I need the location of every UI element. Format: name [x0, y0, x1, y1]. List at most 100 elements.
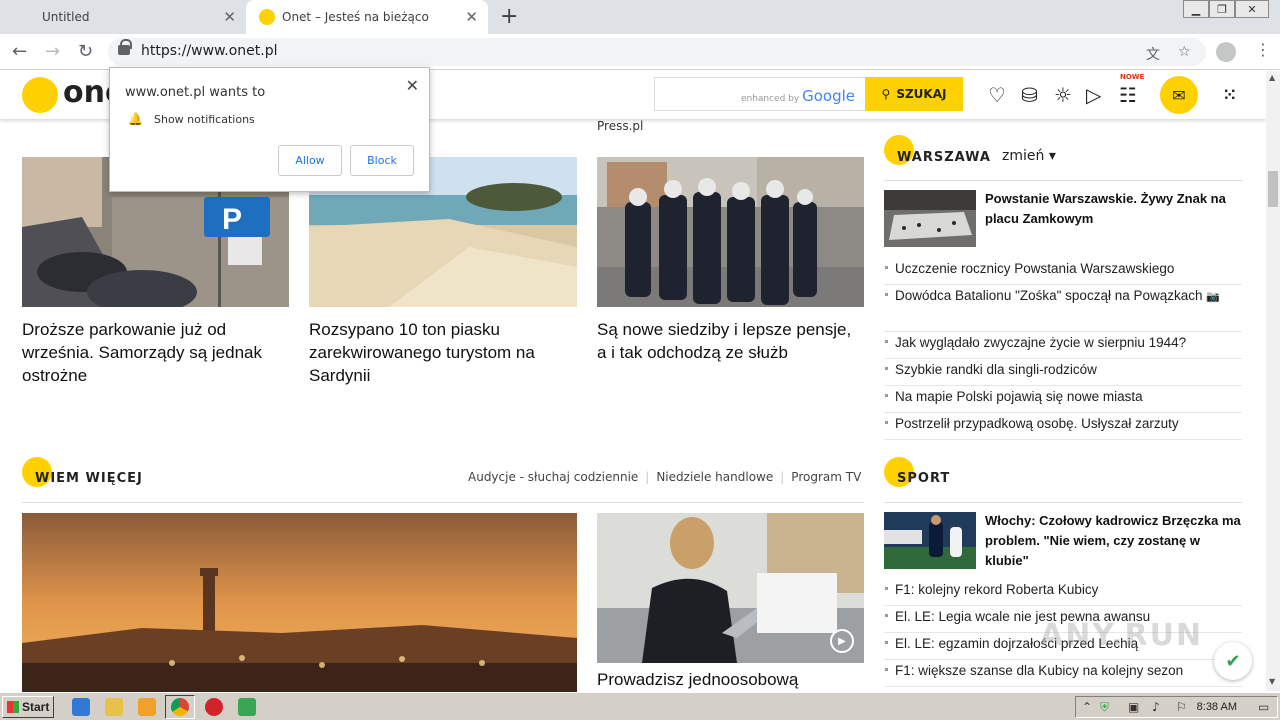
shopping-bag-icon[interactable]: ⛁	[1021, 83, 1038, 107]
tab-untitled[interactable]: Untitled ✕	[0, 0, 246, 34]
bell-icon: 🔔	[128, 112, 143, 126]
windows-logo-icon	[7, 701, 19, 713]
mail-button[interactable]: ✉	[1160, 76, 1198, 114]
close-icon[interactable]: ✕	[465, 8, 478, 26]
section-label: WARSZAWA	[897, 150, 991, 165]
link-program-tv[interactable]: Program TV	[791, 470, 861, 484]
section-label: WIEM WIĘCEJ	[35, 471, 143, 486]
news-icon[interactable]: ☷	[1119, 83, 1137, 107]
article-thumbnail[interactable]	[884, 190, 976, 247]
forward-arrow-icon[interactable]: →	[45, 41, 60, 62]
scroll-up-icon[interactable]: ▲	[1269, 73, 1275, 82]
divider	[884, 502, 1242, 503]
minimize-button[interactable]: ▁	[1183, 0, 1209, 18]
url-text[interactable]: https://www.onet.pl	[141, 43, 277, 59]
shield-check-icon[interactable]: ✔	[1214, 642, 1252, 680]
system-tray: ⌃ ⛨ ▣ ♪ ⚐ 8:38 AM ▭	[1075, 696, 1278, 718]
tray-shield-icon[interactable]: ⛨	[1100, 700, 1109, 715]
browser-toolbar: ← → ↻ https://www.onet.pl 文 ☆ ⋮	[0, 34, 1280, 70]
tab-title: Untitled	[42, 10, 90, 24]
play-icon[interactable]: ▶	[830, 629, 854, 653]
search-button[interactable]: ⚲ SZUKAJ	[865, 77, 963, 111]
window-close-button[interactable]: ✕	[1235, 0, 1269, 18]
change-city-dropdown[interactable]: zmień ▾	[1002, 148, 1056, 164]
onet-favicon-icon	[259, 9, 275, 25]
search-button-label: SZUKAJ	[896, 87, 947, 101]
list-item[interactable]: F1: większe szanse dla Kubicy na kolejny…	[884, 660, 1242, 687]
popup-message: Show notifications	[154, 113, 255, 126]
popup-title: www.onet.pl wants to	[125, 85, 266, 100]
list-item[interactable]: Na mapie Polski pojawią się nowe miasta	[884, 386, 1242, 413]
flag-icon[interactable]: ⚐	[1176, 700, 1187, 714]
close-icon[interactable]: ✕	[223, 8, 236, 26]
list-item[interactable]: Dowódca Batalionu "Zośka" spoczął na Pow…	[884, 285, 1242, 332]
volume-icon[interactable]: ♪	[1152, 700, 1160, 714]
play-icon[interactable]: ▷	[1086, 83, 1101, 107]
translate-icon[interactable]: 文	[1146, 44, 1160, 64]
tab-title: Onet – Jesteś na bieżąco	[282, 10, 429, 24]
chrome-icon[interactable]	[171, 698, 189, 716]
onet-logo-dot[interactable]	[22, 77, 58, 113]
heart-icon[interactable]: ♡	[988, 83, 1006, 107]
anyrun-watermark: ANY.RUN	[1040, 618, 1204, 653]
press-label[interactable]: Press.pl	[597, 119, 643, 133]
article-title[interactable]: Rozsypano 10 ton piasku zarekwirowanego …	[309, 318, 571, 387]
section-warszawa[interactable]: WARSZAWA	[884, 134, 991, 165]
block-button[interactable]: Block	[350, 145, 414, 176]
video-thumbnail[interactable]: ▶	[597, 513, 864, 663]
lead-article-title[interactable]: Włochy: Czołowy kadrowicz Brzęczka ma pr…	[985, 511, 1245, 571]
start-label: Start	[22, 700, 50, 714]
list-item[interactable]: Uczczenie rocznicy Powstania Warszawskie…	[884, 258, 1242, 285]
article-title[interactable]: Są nowe siedziby i lepsze pensje, a i ta…	[597, 318, 859, 364]
show-desktop-icon[interactable]: ▭	[1258, 700, 1269, 714]
ie-icon[interactable]	[72, 698, 90, 716]
menu-dots-icon[interactable]: ⋮	[1255, 40, 1271, 59]
article-image[interactable]	[597, 157, 864, 307]
list-item[interactable]: Postrzelił przypadkową osobę. Usłyszał z…	[884, 413, 1242, 440]
search-icon: ⚲	[881, 87, 891, 101]
article-thumbnail[interactable]	[884, 512, 976, 569]
back-arrow-icon[interactable]: ←	[12, 41, 27, 62]
weather-icon[interactable]: ☼	[1054, 83, 1072, 107]
maximize-button[interactable]: ❐	[1209, 0, 1235, 18]
opera-icon[interactable]	[205, 698, 223, 716]
wiem-wiecej-links: Audycje - słuchaj codziennie | Niedziele h…	[468, 470, 862, 484]
link-audycje[interactable]: Audycje - słuchaj codziennie	[468, 470, 638, 484]
media-player-icon[interactable]	[138, 698, 156, 716]
new-tab-button[interactable]: +	[500, 4, 518, 29]
allow-button[interactable]: Allow	[278, 145, 342, 176]
search-hint: enhanced by Google	[740, 87, 855, 105]
network-icon[interactable]: ▣	[1128, 700, 1139, 714]
notification-permission-popup: www.onet.pl wants to ✕ 🔔 Show notificati…	[109, 67, 430, 192]
section-wiem-wiecej[interactable]: WIEM WIĘCEJ	[22, 456, 143, 487]
article-title[interactable]: Droższe parkowanie już od września. Samo…	[22, 318, 284, 387]
list-item[interactable]: Szybkie randki dla singli-rodziców	[884, 359, 1242, 386]
tab-onet[interactable]: Onet – Jesteś na bieżąco ✕	[246, 0, 488, 34]
start-button[interactable]: Start	[2, 696, 54, 718]
security-shield-icon[interactable]	[238, 698, 256, 716]
bookmark-star-icon[interactable]: ☆	[1178, 44, 1191, 60]
lead-article-title[interactable]: Powstanie Warszawskie. Żywy Znak na plac…	[985, 189, 1245, 229]
article-title[interactable]: Prowadzisz jednoosobową	[597, 670, 798, 690]
warszawa-news-list: Uczczenie rocznicy Powstania Warszawskie…	[884, 258, 1242, 440]
mail-icon: ✉	[1172, 85, 1186, 105]
address-bar[interactable]: https://www.onet.pl 文 ☆	[108, 38, 1206, 66]
scroll-down-icon[interactable]: ▼	[1269, 677, 1275, 686]
link-niedziele[interactable]: Niedziele handlowe	[656, 470, 773, 484]
search-input[interactable]: enhanced by Google	[654, 77, 866, 111]
vertical-scrollbar[interactable]: ▲ ▼	[1266, 71, 1280, 691]
camera-icon: 📷	[1206, 291, 1220, 303]
list-item[interactable]: F1: kolejny rekord Roberta Kubicy	[884, 579, 1242, 606]
featured-image[interactable]	[22, 513, 577, 693]
folder-icon[interactable]	[105, 698, 123, 716]
list-item[interactable]: Jak wyglądało zwyczajne życie w sierpniu…	[884, 332, 1242, 359]
reload-icon[interactable]: ↻	[78, 41, 93, 62]
apps-grid-icon[interactable]: ⁙	[1223, 85, 1236, 104]
section-sport[interactable]: SPORT	[884, 456, 950, 487]
close-icon[interactable]: ✕	[406, 76, 419, 95]
nowe-badge: NOWE	[1120, 73, 1145, 81]
lock-icon[interactable]	[118, 39, 132, 55]
scrollbar-thumb[interactable]	[1268, 171, 1278, 207]
profile-avatar-icon[interactable]	[1216, 42, 1236, 62]
tray-up-arrow-icon[interactable]: ⌃	[1082, 700, 1092, 714]
